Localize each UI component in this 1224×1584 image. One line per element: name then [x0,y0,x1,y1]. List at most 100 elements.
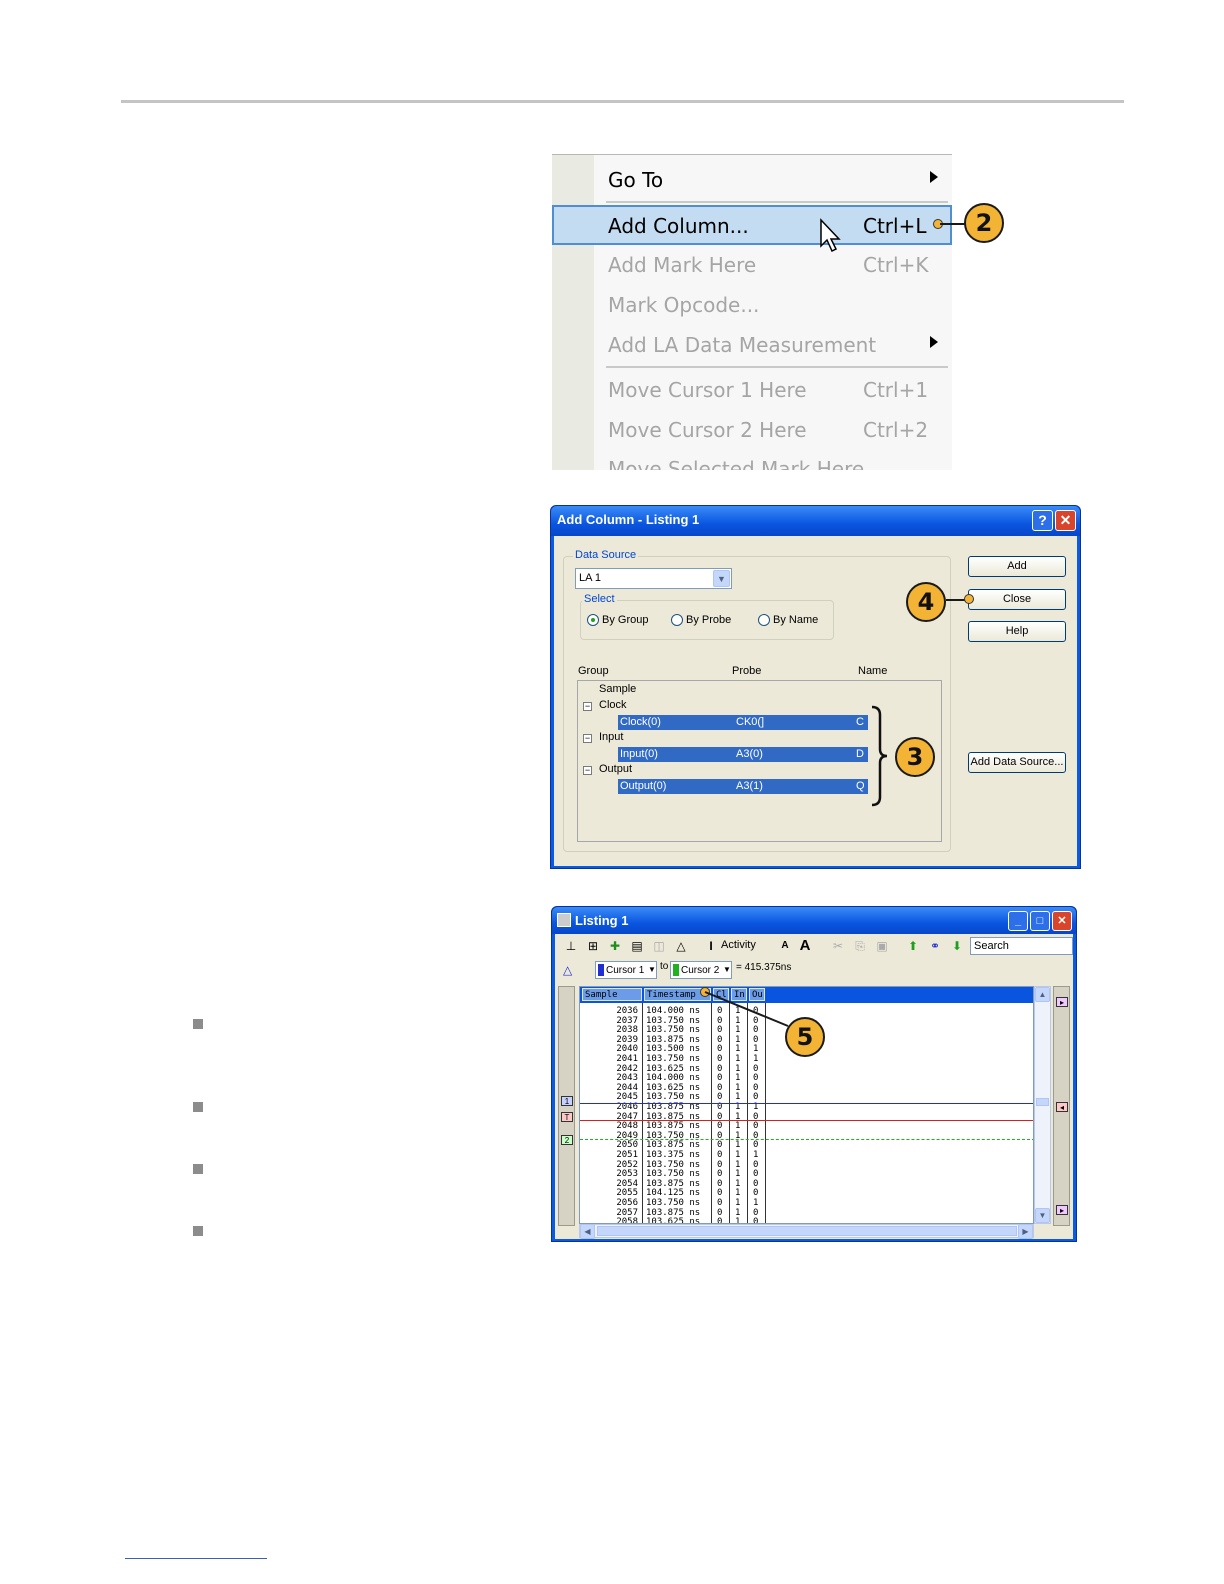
table-row[interactable]: 2045 103.750 ns 0 1 0 [580,1092,780,1102]
search-input[interactable]: Search [970,937,1073,955]
table-row[interactable]: 2044 103.625 ns 0 1 0 [580,1083,780,1093]
table-row[interactable]: 2057 103.875 ns 0 1 0 [580,1208,780,1218]
listing-body: ⊥ ⊞ ✚ ▤ ◫ △ I Activity A A ✂ ⎘ ▣ ⬆ ⚭ ⬇ S… [555,934,1073,1239]
binoculars-icon[interactable]: ⚭ [927,938,943,954]
collapse-icon[interactable]: − [583,702,592,711]
menu-item-shortcut: Ctrl+K [863,253,929,277]
add-column-dialog: Add Column - Listing 1 ? ✕ Data Source L… [550,505,1081,869]
collapse-icon[interactable]: − [583,734,592,743]
radio-by-probe[interactable]: By Probe [671,614,731,627]
menu-item-move-cursor-1[interactable]: Move Cursor 1 Here Ctrl+1 [552,369,952,409]
table-row[interactable]: 2048 103.875 ns 0 1 0 [580,1121,780,1131]
data-source-combo[interactable]: LA 1 ▼ [575,568,732,589]
properties-icon[interactable]: ▤ [629,938,645,954]
chevron-down-icon[interactable]: ▼ [713,570,730,587]
horizontal-scrollbar[interactable]: ◀ ▶ [579,1224,1034,1239]
scroll-up-icon[interactable]: ▲ [1035,987,1050,1002]
mark-top-icon[interactable]: ▸ [1056,997,1068,1007]
tree-node-input[interactable]: Input [599,731,623,743]
cursor1-marker-icon[interactable]: 1 [561,1096,573,1106]
scroll-thumb[interactable] [597,1226,1017,1236]
tree-node-clock[interactable]: Clock [599,699,627,711]
search-down-icon[interactable]: ⬇ [949,938,965,954]
menu-item-add-la-data-measurement[interactable]: Add LA Data Measurement [552,324,952,364]
trigger-marker-icon[interactable]: T [561,1112,573,1122]
table-row[interactable]: 2042 103.625 ns 0 1 0 [580,1064,780,1074]
table-row[interactable]: 2052 103.750 ns 0 1 0 [580,1160,780,1170]
cell-output: 0 [753,1092,759,1103]
cell-clock: 0 [717,1140,723,1151]
scroll-thumb[interactable] [1036,1098,1049,1106]
radio-by-group[interactable]: By Group [587,614,648,627]
dialog-title-bar: Add Column - Listing 1 ? ✕ [551,506,1080,536]
vertical-scrollbar[interactable]: ▲ ▼ [1034,986,1051,1224]
font-smaller-icon[interactable]: A [777,938,793,954]
tree-row-output-0[interactable]: Output(0) A3(1) Q [618,779,868,794]
table-row[interactable]: 2050 103.875 ns 0 1 0 [580,1140,780,1150]
table-row[interactable]: 2058 103.625 ns 0 1 0 [580,1217,780,1223]
add-column-icon[interactable]: ⊞ [585,938,601,954]
table-row[interactable]: 2056 103.750 ns 0 1 1 [580,1198,780,1208]
cell-output: 0 [753,1188,759,1199]
radio-by-name[interactable]: By Name [758,614,819,627]
group-icon[interactable]: ⊥ [563,938,579,954]
cursor2-marker-icon[interactable]: 2 [561,1135,573,1145]
font-larger-icon[interactable]: A [797,938,813,954]
mark-bottom-icon[interactable]: ▸ [1056,1205,1068,1215]
cell-output: 1 [753,1198,759,1208]
add-data-source-button[interactable]: Add Data Source... [968,752,1066,773]
delta-icon[interactable]: △ [673,938,689,954]
menu-item-label: Mark Opcode... [608,293,760,317]
cursor-to-select[interactable]: Cursor 2 ▼ [670,961,732,979]
table-row[interactable]: 2054 103.875 ns 0 1 0 [580,1179,780,1189]
close-icon[interactable]: ✕ [1055,510,1076,531]
table-row[interactable]: 2051 103.375 ns 0 1 1 [580,1150,780,1160]
table-row[interactable]: 2053 103.750 ns 0 1 0 [580,1169,780,1179]
scroll-down-icon[interactable]: ▼ [1035,1208,1050,1223]
help-icon[interactable]: ? [1032,510,1053,531]
table-row[interactable]: 2041 103.750 ns 0 1 1 [580,1054,780,1064]
menu-item-move-cursor-2[interactable]: Move Cursor 2 Here Ctrl+2 [552,409,952,449]
activity-icon[interactable]: I [703,938,719,954]
help-button[interactable]: Help [968,621,1066,642]
tree-node-sample[interactable]: Sample [599,683,636,695]
table-row[interactable]: 2055 104.125 ns 0 1 0 [580,1188,780,1198]
cell-output: 0 [753,1140,759,1151]
activity-label[interactable]: Activity [721,939,756,951]
cell-sample: 2056 [616,1198,638,1208]
radio-label: By Name [773,614,819,626]
table-row[interactable]: 2040 103.500 ns 0 1 1 [580,1044,780,1054]
close-icon[interactable]: ✕ [1052,911,1072,931]
callout-5: 5 [785,1017,825,1057]
add-data-icon[interactable]: ✚ [607,938,623,954]
menu-item-add-mark-here[interactable]: Add Mark Here Ctrl+K [552,244,952,284]
trigger-mark-icon[interactable]: ◂ [1056,1102,1068,1112]
minimize-icon[interactable]: _ [1008,911,1028,931]
tree-row-clock-0[interactable]: Clock(0) CK0(] C [618,715,868,730]
scroll-right-icon[interactable]: ▶ [1018,1224,1033,1239]
menu-item-add-column[interactable]: Add Column... Ctrl+L [552,205,952,245]
cell-input: 1 [735,1198,741,1208]
close-button[interactable]: Close [968,589,1066,610]
delta-icon[interactable]: △ [563,963,572,977]
scroll-left-icon[interactable]: ◀ [580,1224,595,1239]
table-row[interactable]: 2043 104.000 ns 0 1 0 [580,1073,780,1083]
chevron-down-icon: ▼ [648,965,656,974]
cell-timestamp: 103.875 ns [646,1207,701,1218]
signal-short-name: C [856,716,864,728]
search-up-icon[interactable]: ⬆ [905,938,921,954]
add-button[interactable]: Add [968,556,1066,577]
tree-node-output[interactable]: Output [599,763,632,775]
column-header-sample[interactable]: Sample [582,988,642,1001]
cell-input: 1 [735,1073,741,1084]
menu-item-go-to[interactable]: Go To [552,159,952,199]
tree-row-input-0[interactable]: Input(0) A3(0) D [618,747,868,762]
radio-dot-icon [587,614,599,627]
menu-item-mark-opcode[interactable]: Mark Opcode... [552,284,952,324]
collapse-icon[interactable]: − [583,766,592,775]
table-row[interactable]: 2039 103.875 ns 0 1 0 [580,1035,780,1045]
menu-item-move-selected-mark[interactable]: Move Selected Mark Here [552,448,952,470]
cell-clock: 0 [717,1034,723,1045]
maximize-icon[interactable]: □ [1030,911,1050,931]
cursor-from-select[interactable]: Cursor 1 ▼ [595,961,657,979]
